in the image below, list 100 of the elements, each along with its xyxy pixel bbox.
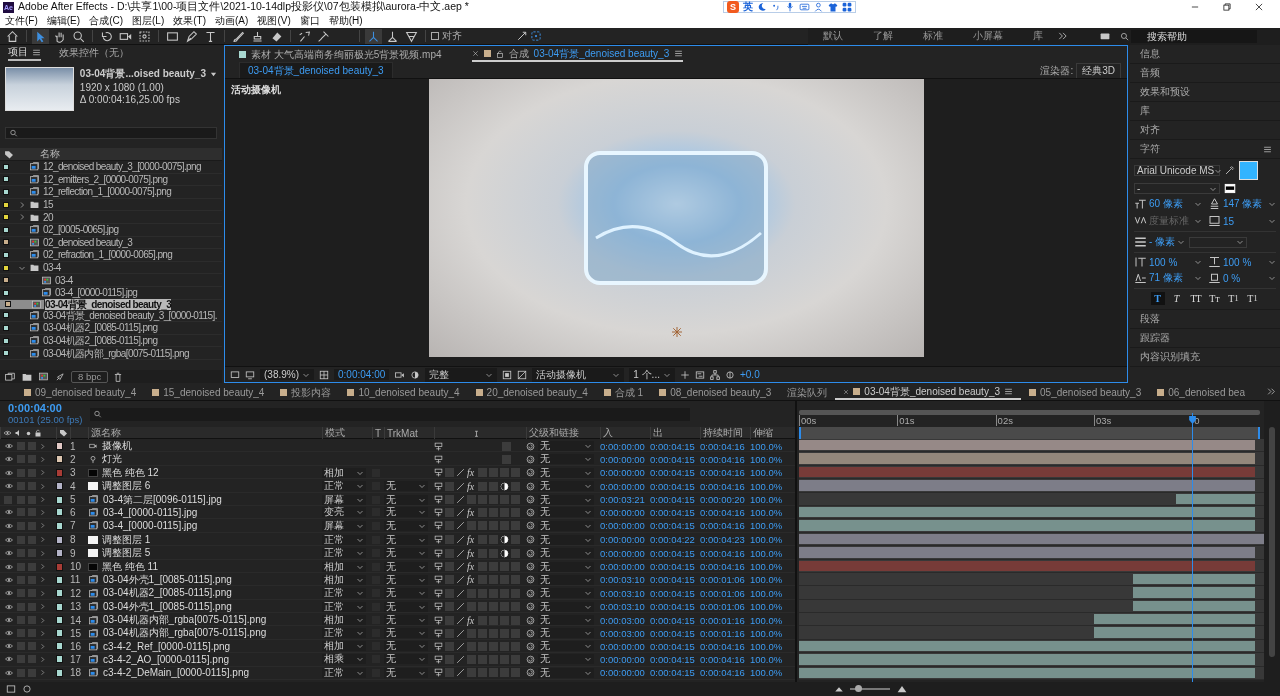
project-item[interactable]: 12_reflection_1_[0000-0075].png bbox=[0, 186, 222, 199]
project-item[interactable]: 03-04背景_denoised beauty_3_[0000-0115]. bbox=[0, 309, 222, 323]
resolution-dropdown[interactable]: 完整 bbox=[425, 367, 498, 382]
leading-value[interactable]: 147 像素 bbox=[1223, 197, 1266, 211]
stretch-value[interactable]: 100.0% bbox=[750, 546, 795, 561]
stretch-value[interactable]: 100.0% bbox=[750, 439, 795, 453]
stretch-value[interactable]: 100.0% bbox=[750, 465, 795, 480]
layer-name[interactable]: 调整图层 6 bbox=[102, 479, 151, 494]
stretch-value[interactable]: 100.0% bbox=[750, 626, 795, 641]
blend-mode-dropdown[interactable]: 正常 bbox=[322, 588, 366, 599]
project-item[interactable]: 03-4 bbox=[0, 274, 222, 287]
out-point[interactable]: 0:00:04:15 bbox=[650, 559, 700, 574]
out-point[interactable]: 0:00:04:22 bbox=[650, 532, 700, 547]
stretch-value[interactable]: 100.0% bbox=[750, 452, 795, 467]
exposure-value[interactable]: +0.0 bbox=[739, 369, 760, 380]
duration-value[interactable]: 0:00:01:06 bbox=[700, 586, 750, 601]
camera-view-dropdown[interactable]: 活动摄像机 bbox=[532, 367, 625, 382]
track-matte-dropdown[interactable]: 无 bbox=[384, 588, 428, 599]
text-style-button[interactable]: TT bbox=[1188, 292, 1203, 305]
panel-header[interactable]: 效果和预设 bbox=[1130, 83, 1280, 102]
text-style-button[interactable]: Tᴛ bbox=[1207, 292, 1222, 305]
stretch-value[interactable]: 100.0% bbox=[750, 639, 795, 653]
parent-dropdown[interactable]: 无 bbox=[538, 534, 594, 545]
in-point[interactable]: 0:00:00:00 bbox=[600, 653, 650, 666]
in-point[interactable]: 0:00:03:10 bbox=[600, 572, 650, 587]
parent-dropdown[interactable]: 无 bbox=[538, 481, 594, 492]
menu-item[interactable]: 视图(V) bbox=[257, 14, 291, 28]
current-timecode[interactable]: 0:00:04:00 bbox=[8, 403, 83, 414]
stretch-value[interactable]: 100.0% bbox=[750, 505, 795, 519]
tracking-value[interactable]: 15 bbox=[1223, 215, 1266, 227]
font-family-dropdown[interactable]: Arial Unicode MS bbox=[1134, 165, 1220, 176]
text-style-button[interactable]: T bbox=[1169, 292, 1184, 305]
track-matte-dropdown[interactable]: 无 bbox=[384, 561, 428, 572]
layer-name[interactable]: 03-04机器2_[0085-0115].png bbox=[103, 586, 232, 601]
project-item[interactable]: 20 bbox=[0, 211, 222, 224]
panel-header[interactable]: 字符 bbox=[1140, 142, 1160, 156]
in-point[interactable]: 0:00:00:00 bbox=[600, 452, 650, 467]
duration-value[interactable]: 0:00:04:23 bbox=[700, 532, 750, 547]
parent-dropdown[interactable]: 无 bbox=[538, 454, 594, 465]
out-point[interactable]: 0:00:04:15 bbox=[650, 639, 700, 653]
in-point[interactable]: 0:00:00:00 bbox=[600, 439, 650, 453]
out-point[interactable]: 0:00:04:15 bbox=[650, 586, 700, 601]
timeline-tab[interactable]: 合成 1 bbox=[595, 385, 652, 400]
stretch-value[interactable]: 100.0% bbox=[750, 532, 795, 547]
duration-value[interactable]: 0:00:04:16 bbox=[700, 465, 750, 480]
track-matte-dropdown[interactable]: 无 bbox=[384, 641, 428, 652]
effects-label[interactable]: fx bbox=[467, 535, 476, 545]
in-point[interactable]: 0:00:00:00 bbox=[600, 519, 650, 532]
in-point[interactable]: 0:00:03:10 bbox=[600, 599, 650, 614]
out-point[interactable]: 0:00:04:15 bbox=[650, 613, 700, 628]
menu-item[interactable]: 效果(T) bbox=[173, 14, 207, 28]
blend-mode-dropdown[interactable]: 正常 bbox=[322, 667, 366, 678]
vertical-scale-value[interactable]: 100 % bbox=[1149, 256, 1192, 268]
in-point[interactable]: 0:00:00:00 bbox=[600, 639, 650, 653]
out-point[interactable]: 0:00:04:15 bbox=[650, 452, 700, 467]
out-point[interactable]: 0:00:04:15 bbox=[650, 492, 700, 507]
blend-mode-dropdown[interactable]: 屏幕 bbox=[322, 520, 366, 531]
parent-dropdown[interactable]: 无 bbox=[538, 561, 594, 572]
effects-label[interactable]: fx bbox=[467, 468, 476, 478]
menu-item[interactable]: 文件(F) bbox=[5, 14, 38, 28]
column-header[interactable]: 源名称 bbox=[88, 427, 322, 439]
in-point[interactable]: 0:00:00:00 bbox=[600, 559, 650, 574]
in-point[interactable]: 0:00:03:00 bbox=[600, 613, 650, 628]
stretch-value[interactable]: 100.0% bbox=[750, 599, 795, 614]
parent-dropdown[interactable]: 无 bbox=[538, 641, 594, 652]
stroke-width-value[interactable]: - 像素 bbox=[1149, 235, 1176, 249]
out-point[interactable]: 0:00:04:15 bbox=[650, 666, 700, 680]
duration-value[interactable]: 0:00:04:16 bbox=[700, 452, 750, 467]
track-matte-dropdown[interactable]: 无 bbox=[384, 520, 428, 531]
baseline-shift-value[interactable]: 71 像素 bbox=[1149, 271, 1192, 285]
blend-mode-dropdown[interactable]: 正常 bbox=[322, 601, 366, 612]
stretch-value[interactable]: 100.0% bbox=[750, 572, 795, 587]
project-item[interactable]: 03-04机器2_[0085-0115].png bbox=[0, 322, 222, 335]
horizontal-scale-value[interactable]: 100 % bbox=[1223, 256, 1266, 268]
effects-label[interactable]: fx bbox=[467, 481, 476, 491]
out-point[interactable]: 0:00:04:15 bbox=[650, 599, 700, 614]
duration-value[interactable]: 0:00:01:16 bbox=[700, 613, 750, 628]
project-item[interactable]: 03-04机器内部_rgba[0075-0115].png bbox=[0, 347, 222, 360]
layer-name[interactable]: 03-04外壳1_[0085-0115].png bbox=[103, 572, 232, 587]
in-point[interactable]: 0:00:03:00 bbox=[600, 626, 650, 641]
panel-tab[interactable]: 项目 bbox=[8, 45, 41, 61]
stretch-value[interactable]: 100.0% bbox=[750, 586, 795, 601]
track-matte-dropdown[interactable]: 无 bbox=[384, 574, 428, 585]
parent-dropdown[interactable]: 无 bbox=[538, 667, 594, 678]
timeline-tab[interactable]: 08_denoised beauty_3 bbox=[651, 385, 780, 400]
effects-label[interactable]: fx bbox=[467, 615, 476, 625]
timeline-tab[interactable]: 15_denoised beauty_4 bbox=[144, 385, 273, 400]
magnification-dropdown[interactable]: (38.9%) bbox=[260, 369, 314, 380]
project-item[interactable]: 12_emitters_2_[0000-0075].png bbox=[0, 173, 222, 187]
column-header[interactable]: 入 bbox=[600, 427, 650, 439]
menu-item[interactable]: 帮助(H) bbox=[328, 14, 363, 28]
viewer-tab[interactable]: 合成 03-04背景_denoised beauty_3 bbox=[471, 47, 684, 62]
in-point[interactable]: 0:00:00:00 bbox=[600, 465, 650, 480]
menu-item[interactable]: 图层(L) bbox=[132, 14, 165, 28]
duration-value[interactable]: 0:00:01:06 bbox=[700, 572, 750, 587]
timeline-tab[interactable]: 06_denoised bea bbox=[1149, 385, 1253, 400]
duration-value[interactable]: 0:00:01:16 bbox=[700, 626, 750, 641]
workspace-tab[interactable]: 默认 bbox=[808, 29, 858, 43]
duration-value[interactable]: 0:00:01:06 bbox=[700, 599, 750, 614]
layer-name[interactable]: 调整图层 5 bbox=[102, 546, 151, 561]
